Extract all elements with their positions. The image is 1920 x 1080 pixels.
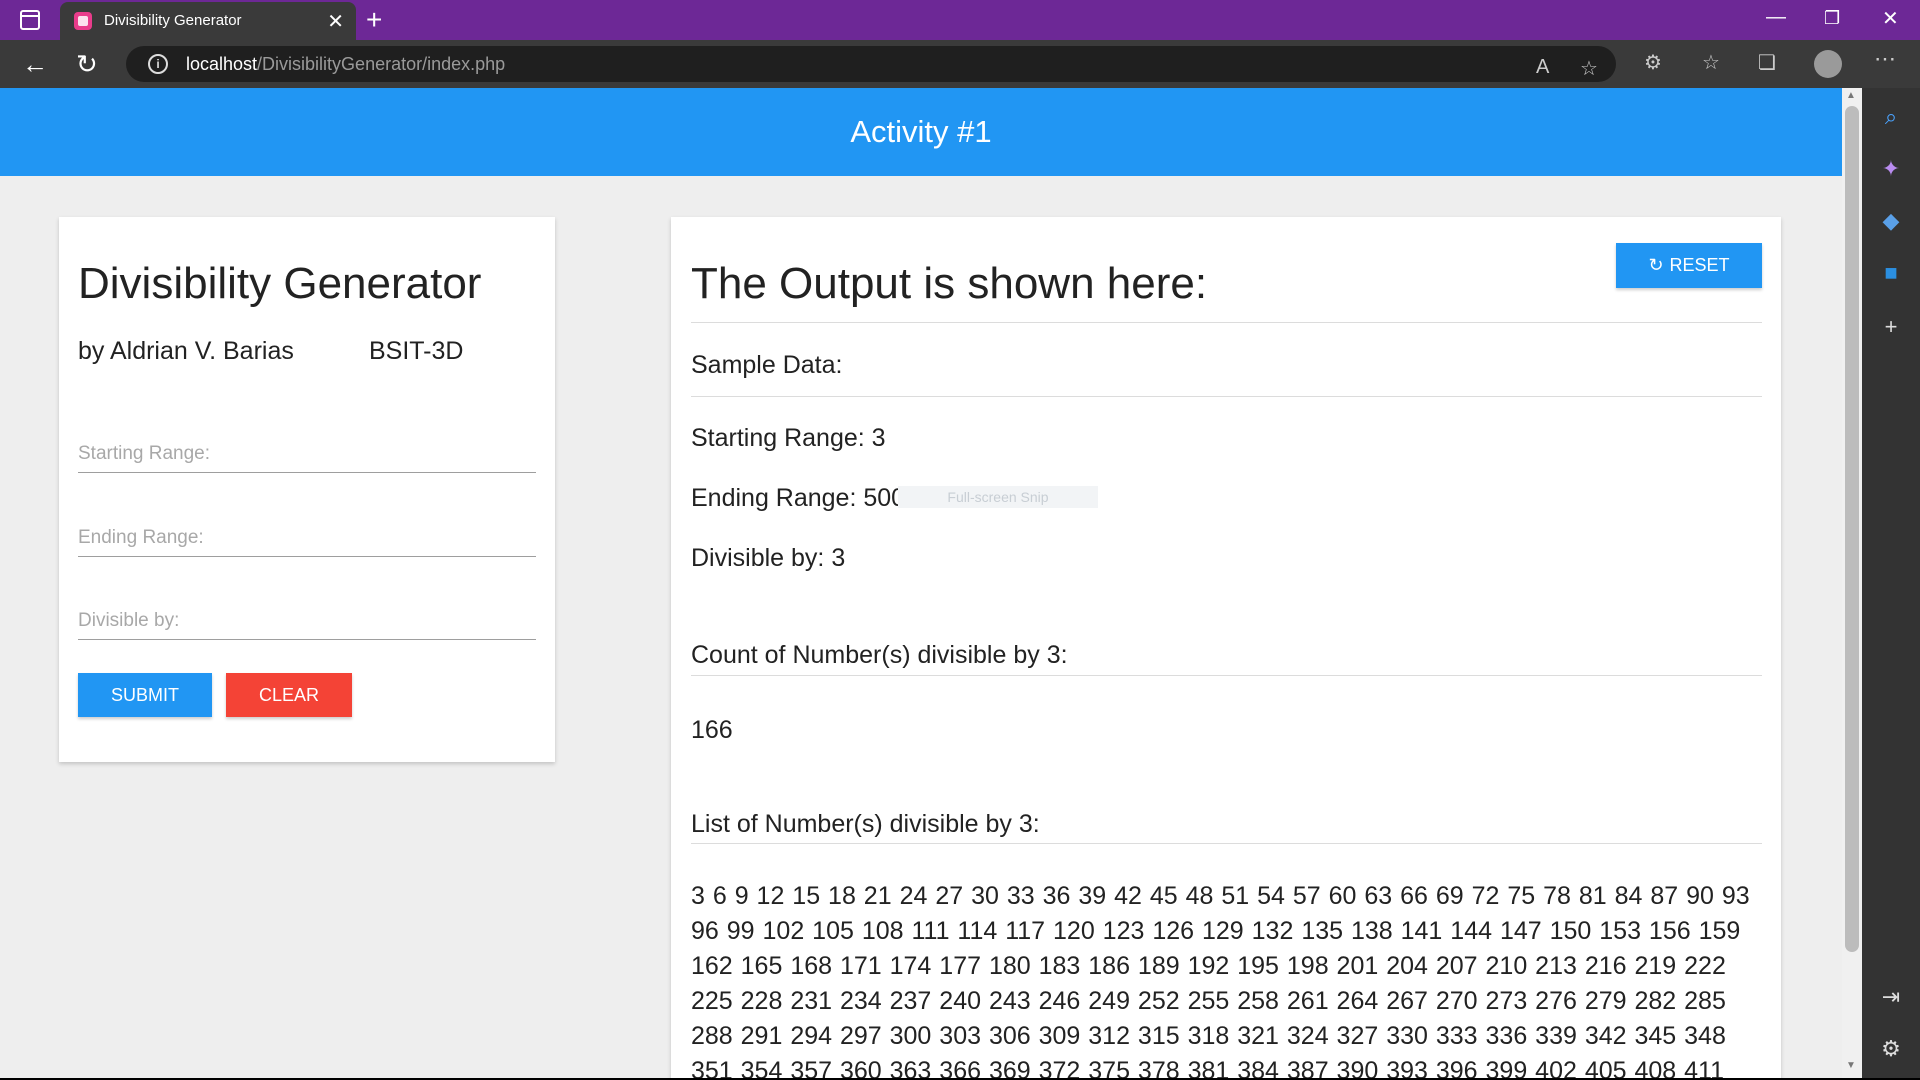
favorites-icon[interactable]: ☆ xyxy=(1702,50,1720,75)
restore-icon[interactable]: ❐ xyxy=(1824,8,1840,29)
address-bar[interactable]: i localhost/DivisibilityGenerator/index.… xyxy=(126,46,1616,82)
minimize-icon[interactable]: — xyxy=(1766,6,1786,29)
url-host: localhost xyxy=(186,54,258,74)
browser-sidebar: ⌕ ✦ ◆ ■ + ⇥ ⚙ xyxy=(1862,88,1920,1078)
clear-button[interactable]: CLEAR xyxy=(226,673,352,717)
snip-hint: Full-screen Snip xyxy=(898,486,1098,508)
reset-button[interactable]: ↻ RESET xyxy=(1616,243,1762,288)
starting-range-input[interactable] xyxy=(78,435,536,473)
divider xyxy=(691,396,1762,397)
collections-icon[interactable]: ❏ xyxy=(1758,50,1776,75)
extensions-icon[interactable]: ⚙ xyxy=(1644,50,1662,75)
add-sidebar-app-icon[interactable]: + xyxy=(1880,314,1902,340)
divisible-numbers-list: 3 6 9 12 15 18 21 24 27 30 33 36 39 42 4… xyxy=(691,882,1750,1078)
new-tab-plus-icon[interactable]: + xyxy=(366,4,382,36)
browser-titlebar: Divisibility Generator ✕ + — ❐ ✕ xyxy=(0,0,1920,40)
tab-actions-icon[interactable] xyxy=(20,10,40,30)
scroll-down-icon[interactable]: ▼ xyxy=(1846,1060,1856,1071)
refresh-icon: ↻ xyxy=(1648,255,1664,275)
divisible-by-value: Divisible by: 3 xyxy=(691,544,846,572)
search-icon[interactable]: ⌕ xyxy=(1880,104,1902,130)
divider xyxy=(691,843,1762,844)
scroll-thumb[interactable] xyxy=(1845,106,1859,952)
ending-range-value: Ending Range: 500 xyxy=(691,484,906,512)
sample-data-label: Sample Data: xyxy=(691,351,843,379)
count-label: Count of Number(s) divisible by 3: xyxy=(691,641,1068,669)
browser-tab[interactable]: Divisibility Generator ✕ xyxy=(60,2,356,40)
tab-close-icon[interactable]: ✕ xyxy=(327,9,344,34)
submit-button[interactable]: SUBMIT xyxy=(78,673,212,717)
output-title: The Output is shown here: xyxy=(691,259,1208,308)
url-text: localhost/DivisibilityGenerator/index.ph… xyxy=(186,54,505,75)
close-window-icon[interactable]: ✕ xyxy=(1882,6,1899,31)
page-title: Activity #1 xyxy=(850,114,992,149)
list-label: List of Number(s) divisible by 3: xyxy=(691,810,1040,838)
hide-sidebar-icon[interactable]: ⇥ xyxy=(1880,984,1902,1010)
form-title: Divisibility Generator xyxy=(78,259,482,308)
divider xyxy=(691,322,1762,323)
starting-range-value: Starting Range: 3 xyxy=(691,424,886,452)
settings-gear-icon[interactable]: ⚙ xyxy=(1880,1036,1902,1062)
ending-range-input[interactable] xyxy=(78,519,536,557)
games-icon[interactable]: ◆ xyxy=(1880,208,1902,234)
page-viewport: Activity #1 Divisibility Generator by Al… xyxy=(0,88,1842,1078)
refresh-icon[interactable]: ↻ xyxy=(76,49,98,80)
more-menu-icon[interactable]: ⋯ xyxy=(1874,46,1896,72)
generator-form-card: Divisibility Generator by Aldrian V. Bar… xyxy=(59,217,555,762)
page-scrollbar[interactable]: ▲ ▼ xyxy=(1842,88,1862,1078)
back-arrow-icon[interactable]: ← xyxy=(22,49,48,80)
output-card: The Output is shown here: ↻ RESET Sample … xyxy=(671,217,1781,1078)
profile-avatar[interactable] xyxy=(1814,50,1842,78)
browser-toolbar: ← ↻ i localhost/DivisibilityGenerator/in… xyxy=(0,40,1920,88)
site-info-icon[interactable]: i xyxy=(148,54,168,74)
scroll-up-icon[interactable]: ▲ xyxy=(1846,90,1856,101)
add-favorite-icon[interactable]: ☆ xyxy=(1580,56,1598,81)
tab-favicon-icon xyxy=(74,12,92,30)
url-path: /DivisibilityGenerator/index.php xyxy=(257,54,506,74)
outlook-icon[interactable]: ■ xyxy=(1880,260,1902,286)
divisible-by-input[interactable] xyxy=(78,602,536,640)
author-label: by Aldrian V. Barias xyxy=(78,337,294,365)
reset-label: RESET xyxy=(1669,255,1730,275)
course-label: BSIT-3D xyxy=(369,337,464,365)
divider xyxy=(691,675,1762,676)
page-header: Activity #1 xyxy=(0,88,1842,176)
copilot-sparkle-icon[interactable]: ✦ xyxy=(1880,156,1902,182)
read-aloud-icon[interactable]: A xyxy=(1536,56,1549,79)
count-value: 166 xyxy=(691,716,733,744)
tab-title: Divisibility Generator xyxy=(104,12,242,29)
